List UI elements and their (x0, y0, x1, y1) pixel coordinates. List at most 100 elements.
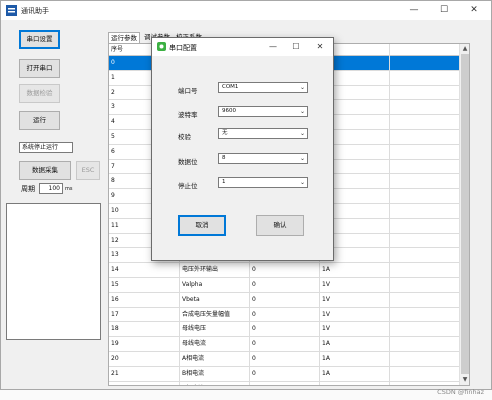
baud-label: 波特率 (178, 111, 198, 119)
table-cell[interactable]: 20 (109, 352, 180, 367)
table-cell[interactable] (390, 85, 461, 101)
table-cell[interactable]: 22 (109, 381, 180, 385)
table-cell[interactable]: 0 (250, 366, 320, 382)
table-cell[interactable] (390, 278, 461, 293)
table-cell[interactable] (390, 100, 461, 116)
chevron-down-icon: ⌄ (299, 155, 305, 162)
table-cell[interactable]: 1A (320, 337, 390, 352)
table-cell[interactable]: 1A (320, 263, 390, 278)
table-cell[interactable]: A相电流 (180, 352, 250, 367)
table-cell[interactable]: 19 (109, 337, 180, 352)
bottom-strip (0, 390, 492, 400)
table-cell[interactable] (390, 130, 461, 145)
baud-combo[interactable]: 9600 ⌄ (218, 106, 308, 117)
table-cell[interactable] (390, 204, 461, 219)
table-cell[interactable]: 母线电流 (180, 337, 250, 352)
status-textbox: 系统停止运行 (19, 142, 73, 153)
table-cell[interactable]: Vbeta (180, 292, 250, 308)
table-cell[interactable]: 0 (250, 278, 320, 293)
esc-button[interactable]: ESC (76, 161, 100, 180)
databits-value: 8 (222, 155, 226, 161)
table-cell[interactable]: 0 (250, 337, 320, 352)
table-cell[interactable] (390, 144, 461, 160)
minimize-button[interactable]: — (399, 1, 429, 20)
dialog-close-button[interactable]: ✕ (309, 38, 331, 56)
vertical-scrollbar[interactable]: ▲ ▼ (459, 44, 469, 385)
data-check-button[interactable]: 数据检验 (19, 84, 60, 103)
dialog-maximize-button[interactable]: ☐ (285, 38, 307, 56)
data-collect-button[interactable]: 数据采集 (19, 161, 71, 180)
serial-config-dialog: 串口配置 — ☐ ✕ 端口号 COM1 ⌄ 波特率 9600 ⌄ 校验 无 ⌄ … (151, 37, 334, 261)
scroll-thumb[interactable] (461, 54, 469, 374)
port-value: COM1 (222, 84, 239, 90)
period-input[interactable]: 100 (39, 183, 63, 194)
table-cell[interactable] (390, 159, 461, 175)
stopbits-label: 停止位 (178, 182, 198, 190)
databits-label: 数据位 (178, 158, 198, 166)
column-header-extra (390, 44, 461, 56)
dialog-minimize-button[interactable]: — (262, 38, 284, 56)
table-cell[interactable] (390, 307, 461, 323)
table-cell[interactable]: C相电流 (180, 381, 250, 385)
table-cell[interactable]: 1A (320, 352, 390, 367)
table-cell[interactable]: 1A (320, 366, 390, 382)
table-cell[interactable]: 1V (320, 278, 390, 293)
table-cell[interactable] (390, 70, 461, 86)
table-cell[interactable] (390, 233, 461, 249)
table-cell[interactable] (390, 352, 461, 367)
table-cell[interactable] (390, 263, 461, 278)
table-cell[interactable] (390, 115, 461, 130)
chevron-down-icon: ⌄ (299, 179, 305, 186)
cancel-button[interactable]: 取消 (178, 215, 226, 236)
table-cell[interactable]: 0 (250, 381, 320, 385)
table-cell[interactable]: 21 (109, 366, 180, 382)
table-cell[interactable] (390, 366, 461, 382)
table-cell[interactable]: 1V (320, 322, 390, 338)
scroll-down-icon[interactable]: ▼ (460, 375, 470, 385)
confirm-button[interactable]: 确认 (256, 215, 304, 236)
table-cell[interactable]: 14 (109, 263, 180, 278)
table-cell[interactable]: 合成电压矢量幅值 (180, 307, 250, 323)
table-cell[interactable] (390, 189, 461, 204)
dialog-title-bar: 串口配置 — ☐ ✕ (152, 38, 333, 56)
table-cell[interactable]: 1V (320, 292, 390, 308)
table-cell[interactable] (390, 322, 461, 338)
table-cell[interactable]: 电压外环输出 (180, 263, 250, 278)
table-cell[interactable]: 16 (109, 292, 180, 308)
table-cell[interactable] (390, 337, 461, 352)
serial-settings-button[interactable]: 串口设置 (19, 30, 60, 49)
table-cell[interactable]: Valpha (180, 278, 250, 293)
table-cell[interactable]: 0 (250, 263, 320, 278)
table-cell[interactable]: 1A (320, 381, 390, 385)
table-cell[interactable]: 1V (320, 307, 390, 323)
table-cell[interactable]: B相电流 (180, 366, 250, 382)
run-button[interactable]: 运行 (19, 111, 60, 130)
close-button[interactable]: ✕ (459, 1, 489, 20)
stopbits-combo[interactable]: 1 ⌄ (218, 177, 308, 188)
table-cell[interactable]: 18 (109, 322, 180, 338)
maximize-button[interactable]: ☐ (429, 1, 459, 20)
table-cell[interactable] (390, 218, 461, 234)
log-textbox[interactable] (6, 203, 101, 340)
table-cell[interactable] (390, 292, 461, 308)
tab-run-params[interactable]: 运行参数 (108, 32, 140, 43)
dialog-title: 串口配置 (169, 44, 197, 52)
stopbits-value: 1 (222, 179, 226, 185)
chevron-down-icon: ⌄ (299, 84, 305, 91)
table-cell[interactable] (390, 174, 461, 190)
scroll-up-icon[interactable]: ▲ (460, 44, 470, 54)
table-cell[interactable]: 0 (250, 352, 320, 367)
table-cell[interactable]: 0 (250, 307, 320, 323)
table-cell[interactable]: 17 (109, 307, 180, 323)
table-cell[interactable]: 母线电压 (180, 322, 250, 338)
databits-combo[interactable]: 8 ⌄ (218, 153, 308, 164)
open-port-button[interactable]: 打开串口 (19, 59, 60, 78)
table-cell[interactable] (390, 248, 461, 264)
port-combo[interactable]: COM1 ⌄ (218, 82, 308, 93)
table-cell[interactable] (390, 56, 461, 71)
table-cell[interactable]: 0 (250, 292, 320, 308)
table-cell[interactable]: 0 (250, 322, 320, 338)
table-cell[interactable] (390, 381, 461, 385)
parity-combo[interactable]: 无 ⌄ (218, 128, 308, 139)
table-cell[interactable]: 15 (109, 278, 180, 293)
